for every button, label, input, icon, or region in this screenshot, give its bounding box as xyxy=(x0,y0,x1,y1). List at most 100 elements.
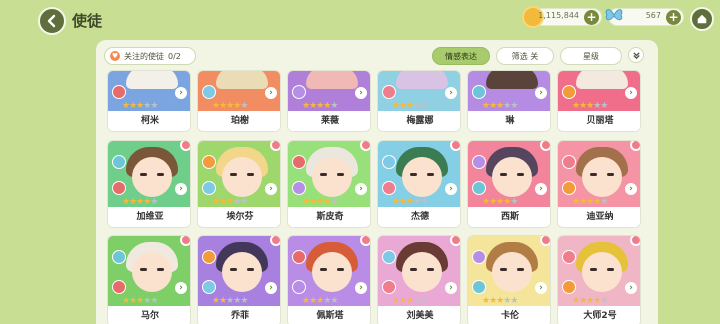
apostle-eyes xyxy=(230,268,254,272)
star-empty-icon: ★ xyxy=(240,296,248,306)
star-rating: ★★★★★ xyxy=(122,101,158,111)
back-button[interactable] xyxy=(38,7,66,35)
home-icon xyxy=(697,14,707,24)
apostle-face xyxy=(222,252,262,292)
chevron-right-icon: › xyxy=(535,87,547,99)
apostle-name: 贝丽塔 xyxy=(558,111,640,131)
home-button[interactable] xyxy=(690,7,714,31)
star-rating: ★★★★★ xyxy=(212,101,248,111)
chevron-right-icon: › xyxy=(535,183,547,195)
star-rating: ★★★★★ xyxy=(122,197,158,207)
apostle-card[interactable]: › ★★★★★ 卡伦 xyxy=(467,235,551,324)
chevron-right-icon: › xyxy=(265,183,277,195)
flower-icon xyxy=(630,236,640,246)
star-empty-icon: ★ xyxy=(330,101,338,111)
class-icon xyxy=(472,280,486,294)
sort-order-button[interactable] xyxy=(628,47,644,63)
star-empty-icon: ★ xyxy=(510,197,518,207)
apostle-face xyxy=(492,157,532,197)
flower-icon xyxy=(180,141,190,151)
star-empty-icon: ★ xyxy=(420,197,428,207)
class-icon xyxy=(202,181,216,195)
chevron-right-icon: › xyxy=(265,87,277,99)
role-icon xyxy=(202,155,216,169)
filter-button[interactable]: 筛选 关 xyxy=(496,47,554,65)
star-empty-icon: ★ xyxy=(150,101,158,111)
star-rating: ★★★★★ xyxy=(572,296,608,306)
star-rating: ★★★★★ xyxy=(482,197,518,207)
class-icon xyxy=(472,85,486,99)
role-icon xyxy=(382,250,396,264)
filter-label: 筛选 关 xyxy=(511,51,539,61)
flower-icon xyxy=(540,141,550,151)
chevron-right-icon: › xyxy=(175,183,187,195)
apostle-name: 马尔 xyxy=(108,306,190,324)
add-gold-button[interactable]: + xyxy=(584,10,599,25)
chevron-right-icon: › xyxy=(445,282,457,294)
butterfly-gem-icon xyxy=(605,9,623,21)
star-rating: ★★★★★ xyxy=(392,296,428,306)
apostle-name: 乔菲 xyxy=(198,306,280,324)
star-rating: ★★★★★ xyxy=(302,197,338,207)
top-bar: 使徒 1,115,844 + 567 + xyxy=(0,0,720,38)
star-rating: ★★★★★ xyxy=(212,197,248,207)
apostle-hair xyxy=(396,71,448,89)
apostle-hair xyxy=(576,71,628,89)
star-empty-icon: ★ xyxy=(420,101,428,111)
apostle-eyes xyxy=(500,268,524,272)
chevron-right-icon: › xyxy=(175,87,187,99)
apostle-card[interactable]: › ★★★★★ 大师2号 xyxy=(557,235,641,324)
apostle-card[interactable]: › ★★★★★ 杰德 xyxy=(377,140,461,228)
apostle-eyes xyxy=(230,173,254,177)
apostle-card[interactable]: › ★★★★★ 西斯 xyxy=(467,140,551,228)
apostle-name: 柯米 xyxy=(108,111,190,131)
star-rating: ★★★★★ xyxy=(302,296,338,306)
role-icon xyxy=(472,155,486,169)
apostle-card[interactable]: › ★★★★★ 琳 xyxy=(467,70,551,132)
apostle-face xyxy=(222,157,262,197)
apostle-card[interactable]: › ★★★★★ 佩斯塔 xyxy=(287,235,371,324)
flower-icon xyxy=(540,236,550,246)
chevron-right-icon: › xyxy=(625,183,637,195)
chevron-right-icon: › xyxy=(265,282,277,294)
apostle-eyes xyxy=(590,268,614,272)
apostle-card[interactable]: › ★★★★★ 珀榭 xyxy=(197,70,281,132)
apostle-card[interactable]: › ★★★★★ 梅露娜 xyxy=(377,70,461,132)
apostle-card[interactable]: › ★★★★★ 柯米 xyxy=(107,70,191,132)
apostle-face xyxy=(492,252,532,292)
apostle-card[interactable]: › ★★★★★ 莱薇 xyxy=(287,70,371,132)
apostle-name: 卡伦 xyxy=(468,306,550,324)
emotion-button[interactable]: 情感表达 xyxy=(432,47,490,65)
apostle-name: 刘美美 xyxy=(378,306,460,324)
flower-icon xyxy=(360,141,370,151)
favorites-toggle[interactable]: ♥ 关注的使徒 0/2 xyxy=(104,47,196,65)
apostle-hair xyxy=(126,71,178,89)
star-sort-button[interactable]: 星级 xyxy=(560,47,622,65)
apostle-card[interactable]: › ★★★★★ 斯皮奇 xyxy=(287,140,371,228)
apostle-card[interactable]: › ★★★★★ 迪亚纳 xyxy=(557,140,641,228)
add-gem-button[interactable]: + xyxy=(666,10,681,25)
star-rating: ★★★★★ xyxy=(482,296,518,306)
chevron-right-icon: › xyxy=(175,282,187,294)
apostle-card[interactable]: › ★★★★★ 加维亚 xyxy=(107,140,191,228)
apostle-card[interactable]: › ★★★★★ 刘美美 xyxy=(377,235,461,324)
class-icon xyxy=(112,181,126,195)
apostle-card[interactable]: › ★★★★★ 埃尔芬 xyxy=(197,140,281,228)
chevron-right-icon: › xyxy=(625,87,637,99)
apostle-face xyxy=(132,157,172,197)
favorites-count: 0/2 xyxy=(168,51,181,61)
apostle-card[interactable]: › ★★★★★ 贝丽塔 xyxy=(557,70,641,132)
apostle-name: 琳 xyxy=(468,111,550,131)
favorites-label: 关注的使徒 xyxy=(124,51,164,61)
flower-icon xyxy=(270,141,280,151)
apostle-card[interactable]: › ★★★★★ 乔菲 xyxy=(197,235,281,324)
star-empty-icon: ★ xyxy=(150,296,158,306)
chevron-right-icon: › xyxy=(355,282,367,294)
role-icon xyxy=(292,155,306,169)
chevron-left-icon xyxy=(47,14,56,28)
gem-counter: 567 + xyxy=(605,8,684,26)
apostle-card[interactable]: › ★★★★★ 马尔 xyxy=(107,235,191,324)
star-rating: ★★★★★ xyxy=(482,101,518,111)
star-empty-icon: ★ xyxy=(600,197,608,207)
star-empty-icon: ★ xyxy=(600,101,608,111)
